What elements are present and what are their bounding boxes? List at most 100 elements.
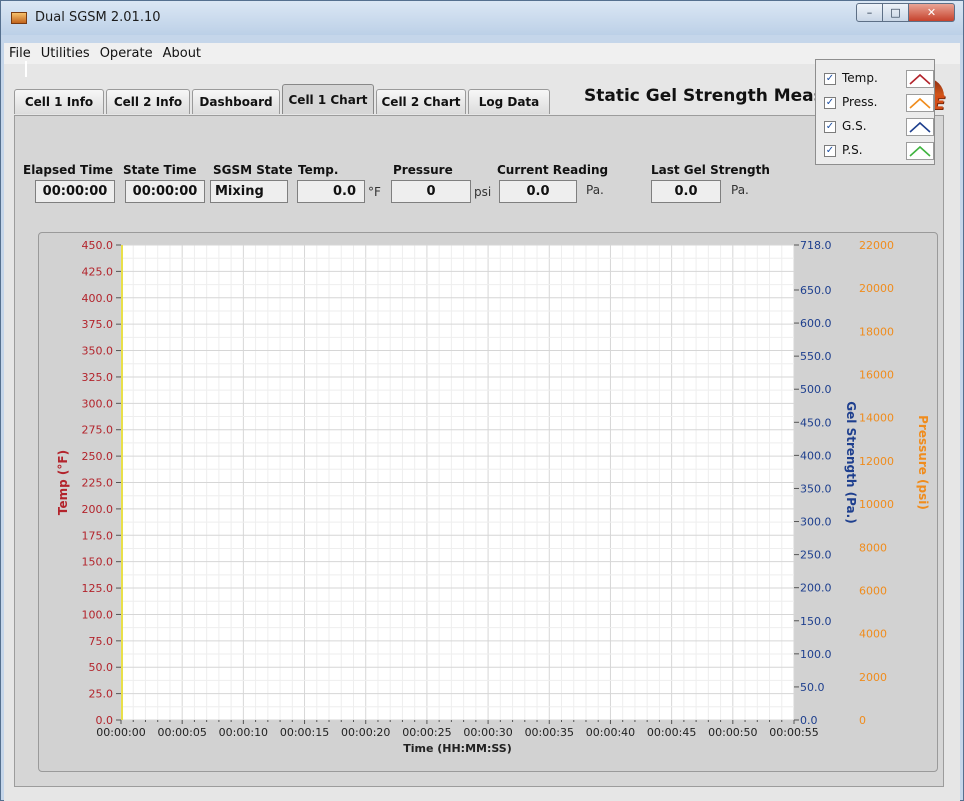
legend-swatch-gs: [906, 118, 934, 136]
right-tick-label-gs: 500.0: [800, 383, 832, 396]
chart-frame: 00:00:00 00:00:05 00:00:10 00:00:15 00:00:20…: [38, 232, 938, 772]
plot-legend: ✓ Temp. ✓ Press. ✓ G.S. ✓ P.S.: [815, 59, 935, 165]
left-tick-label: 50.0: [89, 661, 114, 674]
right-tick-label-gs: 150.0: [800, 615, 832, 628]
legend-swatch-press: [906, 94, 934, 112]
left-tick-label: 75.0: [89, 635, 114, 648]
left-tick-label: 375.0: [82, 318, 114, 331]
tab-cell-1-info[interactable]: Cell 1 Info: [14, 89, 104, 114]
temp-value: 0.0: [297, 180, 365, 203]
legend-item-gs[interactable]: ✓ G.S.: [824, 118, 934, 138]
temp-unit: °F: [368, 185, 381, 199]
right-tick-label-pressure: 6000: [859, 584, 887, 597]
x-tick-label: 00:00:05: [157, 726, 206, 739]
right-tick-label-gs: 550.0: [800, 350, 832, 363]
left-tick-label: 100.0: [82, 608, 114, 621]
checkbox-gs[interactable]: ✓: [824, 121, 836, 133]
chart-svg[interactable]: 00:00:00 00:00:05 00:00:10 00:00:15 00:00:20…: [39, 233, 939, 773]
right-tick-label-gs: 200.0: [800, 582, 832, 595]
menu-file[interactable]: File: [4, 46, 36, 61]
x-tick-label: 00:00:30: [463, 726, 512, 739]
x-axis-title: Time (HH:MM:SS): [403, 742, 512, 755]
checkbox-press[interactable]: ✓: [824, 97, 836, 109]
right-tick-label-gs: 400.0: [800, 449, 832, 462]
tab-cell-1-chart[interactable]: Cell 1 Chart: [282, 84, 374, 114]
window-title: Dual SGSM 2.01.10: [35, 10, 161, 25]
left-tick-label: 25.0: [89, 688, 114, 701]
maximize-button[interactable]: □: [883, 3, 909, 22]
left-tick-label: 200.0: [82, 503, 114, 516]
x-tick-label: 00:00:00: [96, 726, 145, 739]
right-axis-title-pressure: Pressure (psi): [916, 415, 930, 510]
sgsm-state-label: SGSM State: [213, 163, 293, 177]
right-tick-label-pressure: 10000: [859, 498, 894, 511]
pressure-unit: psi: [474, 185, 492, 199]
current-reading-value: 0.0: [499, 180, 577, 203]
left-tick-label: 350.0: [82, 345, 114, 358]
minimize-button[interactable]: –: [856, 3, 883, 22]
right-tick-label-gs: 50.0: [800, 681, 825, 694]
left-tick-label: 400.0: [82, 292, 114, 305]
right-tick-label-pressure: 16000: [859, 369, 894, 382]
last-gel-strength-unit: Pa.: [731, 183, 749, 197]
left-tick-label: 125.0: [82, 582, 114, 595]
title-bar: Dual SGSM 2.01.10 – □ ✕: [1, 1, 963, 35]
left-tick-label: 300.0: [82, 397, 114, 410]
sgsm-state-value: Mixing: [210, 180, 288, 203]
x-tick-label: 00:00:10: [219, 726, 268, 739]
tab-cell-2-chart[interactable]: Cell 2 Chart: [376, 89, 466, 114]
window-controls: – □ ✕: [856, 3, 955, 23]
state-time-value: 00:00:00: [125, 180, 205, 203]
legend-swatch-ps: [906, 142, 934, 160]
menu-utilities[interactable]: Utilities: [36, 46, 95, 61]
legend-item-ps[interactable]: ✓ P.S.: [824, 142, 934, 162]
current-reading-label: Current Reading: [497, 163, 609, 177]
checkbox-ps[interactable]: ✓: [824, 145, 836, 157]
right-tick-label-gs: 650.0: [800, 284, 832, 297]
elapsed-time-label: Elapsed Time: [23, 163, 113, 177]
temp-label: Temp.: [298, 163, 339, 177]
left-tick-label: 175.0: [82, 529, 114, 542]
left-tick-label: 425.0: [82, 265, 114, 278]
left-tick-label: 250.0: [82, 450, 114, 463]
right-tick-label-pressure: 18000: [859, 325, 894, 338]
checkbox-temp[interactable]: ✓: [824, 73, 836, 85]
status-strip: [4, 791, 960, 801]
elapsed-time-value: 00:00:00: [35, 180, 115, 203]
menu-operate[interactable]: Operate: [95, 46, 158, 61]
last-gel-strength-value: 0.0: [651, 180, 721, 203]
legend-item-press[interactable]: ✓ Press.: [824, 94, 934, 114]
tab-dashboard[interactable]: Dashboard: [192, 89, 280, 114]
right-tick-label-gs: 350.0: [800, 482, 832, 495]
right-tick-label-pressure: 8000: [859, 541, 887, 554]
tab-cell-2-info[interactable]: Cell 2 Info: [106, 89, 190, 114]
x-tick-label: 00:00:50: [708, 726, 757, 739]
right-tick-label-gs: 100.0: [800, 648, 832, 661]
status-indicator: [25, 61, 27, 77]
right-tick-label-gs: 600.0: [800, 317, 832, 330]
left-tick-label: 150.0: [82, 556, 114, 569]
x-tick-label: 00:00:35: [525, 726, 574, 739]
x-tick-label: 00:00:40: [586, 726, 635, 739]
legend-item-temp[interactable]: ✓ Temp.: [824, 70, 934, 90]
menu-about[interactable]: About: [158, 46, 206, 61]
right-tick-label-pressure: 4000: [859, 628, 887, 641]
legend-label-temp: Temp.: [842, 71, 878, 85]
left-tick-label: 325.0: [82, 371, 114, 384]
x-tick-label: 00:00:20: [341, 726, 390, 739]
tab-strip: Cell 1 Info Cell 2 Info Dashboard Cell 1…: [14, 84, 552, 114]
right-tick-label-pressure: 22000: [859, 239, 894, 252]
tab-log-data[interactable]: Log Data: [468, 89, 550, 114]
legend-swatch-temp: [906, 70, 934, 88]
x-tick-label: 00:00:55: [769, 726, 818, 739]
x-tick-label: 00:00:25: [402, 726, 451, 739]
legend-label-press: Press.: [842, 95, 878, 109]
left-tick-label: 0.0: [96, 714, 114, 727]
last-gel-strength-label: Last Gel Strength: [651, 163, 770, 177]
legend-label-gs: G.S.: [842, 119, 867, 133]
close-button[interactable]: ✕: [909, 3, 955, 22]
app-icon: [11, 12, 27, 24]
right-tick-label-pressure: 14000: [859, 412, 894, 425]
legend-label-ps: P.S.: [842, 143, 863, 157]
right-tick-label-pressure: 12000: [859, 455, 894, 468]
